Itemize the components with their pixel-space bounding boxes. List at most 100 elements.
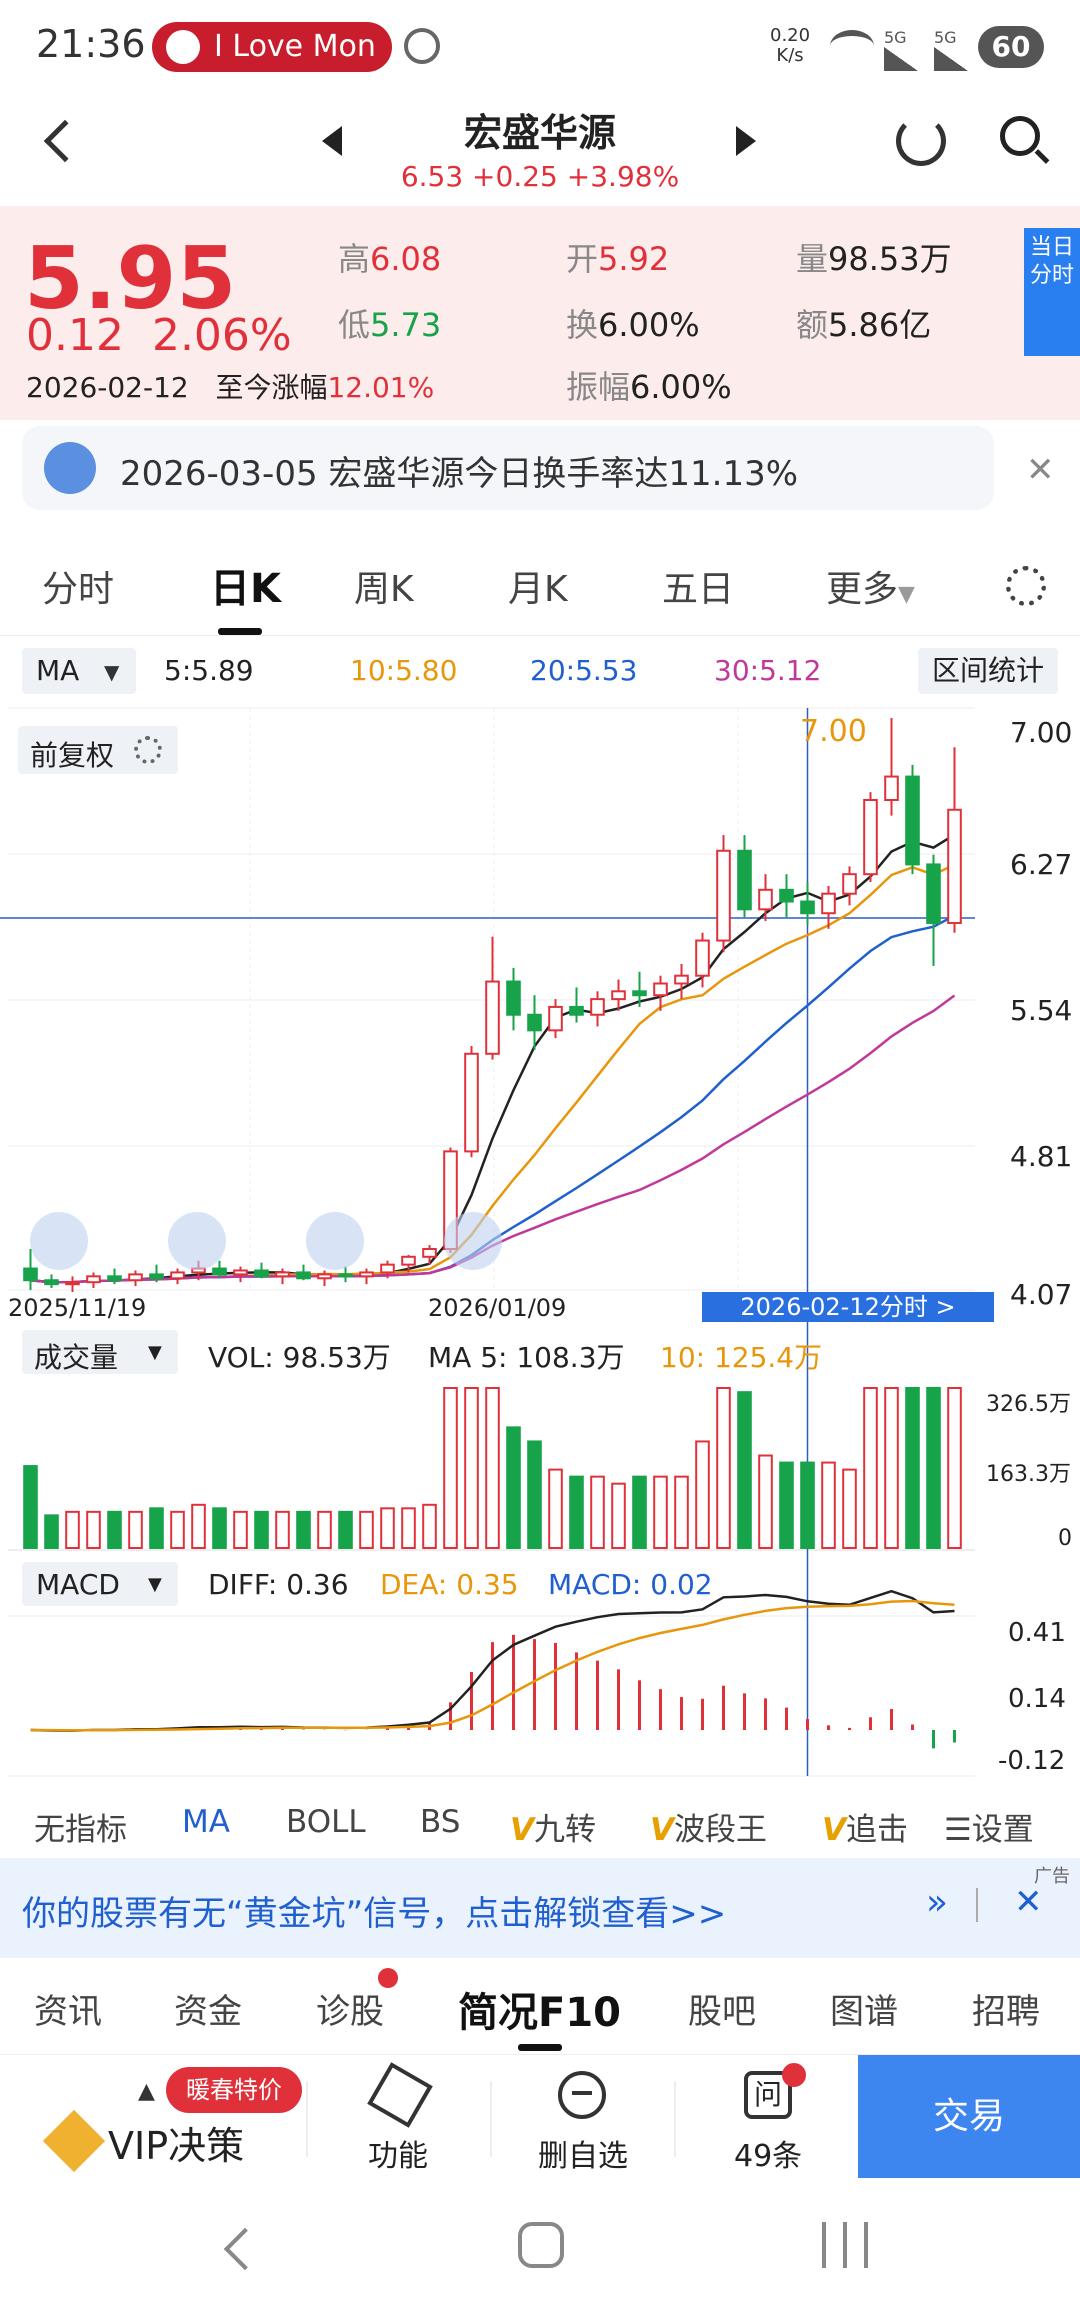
candle	[779, 888, 794, 903]
candle	[485, 980, 500, 1055]
macd-diff: DIFF: 0.36	[208, 1568, 349, 1601]
macd-selector-label: MACD	[36, 1568, 120, 1601]
volume-bar	[443, 1387, 458, 1549]
function-button[interactable]: 功能	[368, 2131, 428, 2175]
volume-bar	[317, 1510, 332, 1549]
fullscreen-icon[interactable]	[444, 1212, 502, 1270]
divider	[490, 2081, 492, 2157]
vol-value: VOL: 98.53万	[208, 1341, 391, 1374]
vip-button[interactable]: VIP决策	[108, 2115, 244, 2170]
chevron-down-icon: ▼	[148, 1574, 162, 1595]
volume-bar	[653, 1475, 668, 1550]
macd-dea: DEA: 0.35	[380, 1568, 519, 1601]
volume-bars	[23, 1387, 962, 1550]
close-icon[interactable]: ✕	[1014, 1882, 1043, 1922]
ind-chase-label: 追击	[846, 1812, 908, 1848]
ind-settings[interactable]: ☰设置	[944, 1804, 1034, 1849]
info-tabs: 资讯 资金 诊股 简况F10 股吧 图谱 招聘	[0, 1958, 1080, 2054]
double-chevron-icon: »	[926, 1882, 949, 1923]
v-icon: V	[822, 1812, 846, 1848]
candle	[863, 798, 878, 876]
volume-bar	[338, 1510, 353, 1549]
volume-bar	[590, 1475, 605, 1550]
ind-ma[interactable]: MA	[182, 1804, 230, 1840]
candle	[401, 1255, 416, 1266]
macd-y-tick: -0.12	[998, 1746, 1066, 1776]
zoom-out-icon[interactable]	[306, 1212, 364, 1270]
tab-news[interactable]: 资讯	[34, 1984, 102, 2033]
tab-forum[interactable]: 股吧	[688, 1984, 756, 2033]
candle	[947, 808, 962, 924]
ind-band-label: 波段王	[674, 1812, 767, 1848]
vol-y-tick: 163.3万	[986, 1462, 1071, 1487]
cube-icon	[367, 2062, 433, 2128]
candle	[254, 1269, 269, 1278]
vol-ma5: MA 5: 108.3万	[428, 1341, 625, 1374]
candle	[926, 863, 941, 924]
candle	[842, 873, 857, 895]
macd-value: MACD: 0.02	[548, 1568, 713, 1601]
volume-bar	[170, 1510, 185, 1549]
ind-none[interactable]: 无指标	[34, 1804, 127, 1849]
candle	[317, 1273, 332, 1280]
remove-watchlist-button[interactable]: 删自选	[538, 2131, 628, 2175]
tab-jobs[interactable]: 招聘	[972, 1984, 1040, 2033]
candle	[86, 1275, 101, 1284]
candle	[233, 1269, 248, 1276]
y-tick: 5.54	[1010, 994, 1073, 1027]
ind-bs[interactable]: BS	[420, 1804, 460, 1840]
candle	[674, 974, 689, 985]
nav-back-icon[interactable]	[223, 2227, 267, 2271]
volume-bar	[44, 1514, 59, 1549]
chevron-down-icon: ▼	[148, 1342, 162, 1363]
candle	[632, 990, 647, 997]
candle	[716, 849, 731, 942]
trade-button[interactable]: 交易	[858, 2055, 1080, 2179]
ind-chase[interactable]: V追击	[822, 1804, 932, 1849]
volume-bar	[821, 1461, 836, 1550]
x-tick: 2025/11/19	[8, 1294, 147, 1322]
y-tick: 7.00	[1010, 716, 1073, 749]
cursor-intraday-button[interactable]: 2026-02-12分时 >	[702, 1292, 994, 1322]
ind-band[interactable]: V波段王	[650, 1804, 767, 1849]
volume-selector-label: 成交量	[34, 1341, 119, 1374]
candle	[590, 998, 605, 1016]
tab-profile-f10[interactable]: 简况F10	[458, 1980, 621, 2038]
volume-bar	[380, 1507, 395, 1549]
candle	[611, 990, 626, 1001]
ad-banner[interactable]: 你的股票有无“黄金坑”信号，点击解锁查看>> 广告 » ✕	[0, 1858, 1080, 1958]
nav-recents-bar	[843, 2222, 847, 2268]
volume-bar	[527, 1440, 542, 1549]
volume-bar	[926, 1387, 941, 1549]
ind-nine[interactable]: V九转	[510, 1804, 596, 1849]
tab-underline	[518, 2044, 562, 2051]
minus-mark	[572, 2091, 592, 2095]
scroll-left-icon[interactable]	[30, 1212, 88, 1270]
volume-bar	[758, 1454, 773, 1550]
kline-chart[interactable]	[0, 0, 1080, 1782]
candle	[296, 1271, 311, 1280]
system-nav-bar	[0, 2178, 1080, 2316]
candle	[800, 900, 815, 915]
ind-settings-label: 设置	[971, 1812, 1034, 1848]
volume-bar	[191, 1503, 206, 1550]
action-bar: 暖春特价 ▲ VIP决策 功能 删自选 问 49条 交易	[0, 2054, 1080, 2179]
ask-count[interactable]: 49条	[734, 2131, 802, 2175]
remove-icon	[558, 2071, 606, 2119]
tab-diagnosis[interactable]: 诊股	[316, 1984, 384, 2033]
tab-funds[interactable]: 资金	[174, 1984, 242, 2033]
vol-y-tick: 326.5万	[986, 1392, 1071, 1417]
zoom-in-icon[interactable]	[168, 1212, 226, 1270]
candle	[695, 939, 710, 977]
divider	[674, 2081, 676, 2157]
candle	[737, 849, 752, 911]
volume-bar	[611, 1482, 626, 1550]
tab-graph[interactable]: 图谱	[830, 1984, 898, 2033]
ind-boll[interactable]: BOLL	[286, 1804, 366, 1840]
red-dot-badge	[782, 2063, 806, 2087]
volume-bar	[863, 1387, 878, 1549]
volume-bar	[65, 1510, 80, 1549]
nav-home-icon[interactable]	[518, 2222, 564, 2268]
candle	[380, 1263, 395, 1274]
volume-bar	[296, 1510, 311, 1549]
